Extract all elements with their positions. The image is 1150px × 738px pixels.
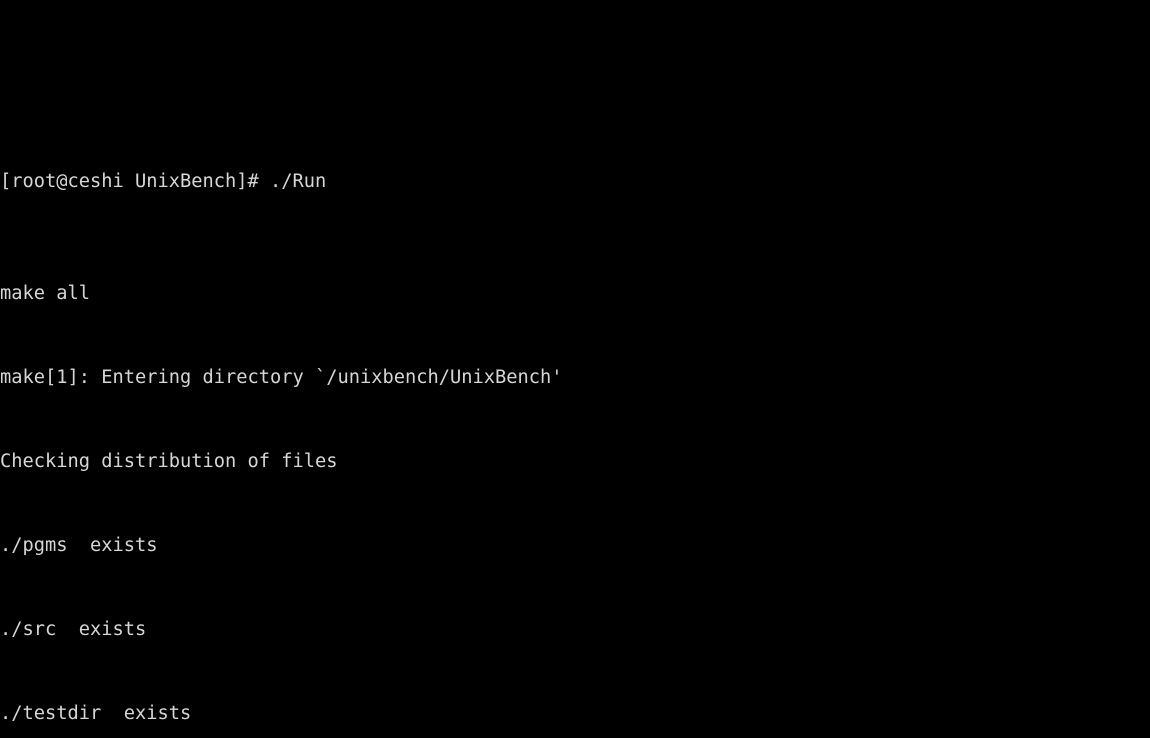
terminal-window[interactable]: [root@ceshi UnixBench]# ./Run make all m…: [0, 0, 1150, 738]
output-line-entering-directory: make[1]: Entering directory `/unixbench/…: [0, 367, 563, 388]
output-line-testdir-exists: ./testdir exists: [0, 703, 192, 724]
output-line-make-all: make all: [0, 283, 91, 304]
terminal-scrollback: [root@ceshi UnixBench]# ./Run make all m…: [0, 84, 1150, 738]
output-line-pgms-exists: ./pgms exists: [0, 535, 158, 556]
output-line-src-exists: ./src exists: [0, 619, 147, 640]
output-line-checking-distribution: Checking distribution of files: [0, 451, 338, 472]
command-prompt-line: [root@ceshi UnixBench]# ./Run: [0, 171, 327, 192]
